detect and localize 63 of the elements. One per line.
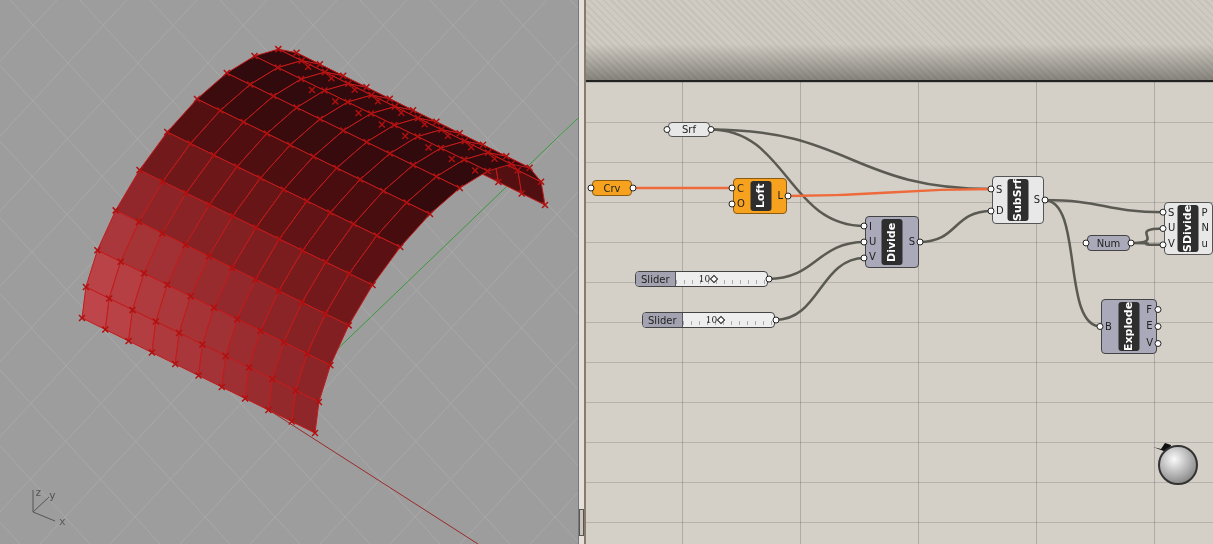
parameter-node[interactable]: Srf xyxy=(668,122,710,137)
number-slider[interactable]: Slider 10 xyxy=(642,312,775,328)
port-grip[interactable] xyxy=(629,184,637,192)
port-grip[interactable] xyxy=(1041,196,1049,204)
port-grip[interactable] xyxy=(987,207,995,215)
port-grip[interactable] xyxy=(987,185,995,193)
output-label: L xyxy=(777,191,783,201)
port-grip[interactable] xyxy=(772,316,780,324)
input-label: D xyxy=(996,205,1004,216)
component-name: Divide xyxy=(882,219,903,265)
component-name: Loft xyxy=(750,181,772,211)
port-grip[interactable] xyxy=(1096,323,1104,330)
port-grip[interactable] xyxy=(1159,225,1167,232)
port-grip[interactable] xyxy=(916,238,924,246)
port-grip[interactable] xyxy=(1159,208,1167,216)
port-grip[interactable] xyxy=(1154,306,1162,313)
port-grip[interactable] xyxy=(1154,340,1162,347)
slider-value: 10 xyxy=(698,273,711,285)
port-grip[interactable] xyxy=(1127,239,1135,247)
input-label: C xyxy=(737,183,745,194)
port-grip[interactable] xyxy=(784,192,792,200)
output-label: u xyxy=(1201,239,1209,250)
component-name: Explode xyxy=(1118,302,1140,351)
parameter-node[interactable]: Num xyxy=(1087,235,1130,251)
output-label: S xyxy=(908,237,915,247)
slider-track[interactable]: 10 xyxy=(675,272,767,286)
port-grip[interactable] xyxy=(765,275,773,283)
input-label: S xyxy=(1168,207,1176,218)
slider-value: 10 xyxy=(705,314,718,326)
port-grip[interactable] xyxy=(663,126,671,133)
port-grip[interactable] xyxy=(587,184,595,192)
component-name: SubSrf xyxy=(1008,179,1029,221)
input-label: U xyxy=(1168,223,1176,234)
axis-icon xyxy=(32,489,56,522)
output-label: F xyxy=(1146,305,1153,316)
input-label: I xyxy=(869,221,873,232)
output-label: V xyxy=(1146,337,1153,348)
port-grip[interactable] xyxy=(1082,239,1090,247)
port-grip[interactable] xyxy=(1159,241,1167,249)
component-node[interactable]: B Explode F E V xyxy=(1101,299,1157,354)
port-grip[interactable] xyxy=(1154,323,1162,330)
axis-label: y xyxy=(49,489,56,502)
scrollbar-thumb[interactable] xyxy=(579,509,584,536)
input-label: B xyxy=(1105,321,1112,332)
input-label: V xyxy=(1168,239,1176,250)
input-label: S xyxy=(996,184,1004,195)
slider-label: Slider xyxy=(643,313,683,327)
component-name: SDivide xyxy=(1178,205,1199,252)
input-label: O xyxy=(737,198,745,209)
port-grip[interactable] xyxy=(707,126,715,133)
axis-label: z xyxy=(35,486,42,499)
output-label: S xyxy=(1033,195,1040,205)
output-label: P xyxy=(1201,207,1209,218)
input-label: U xyxy=(869,237,877,247)
slider-track[interactable]: 10 xyxy=(682,313,774,327)
output-label: E xyxy=(1146,321,1153,332)
number-slider[interactable]: Slider 10 xyxy=(635,271,768,287)
output-label: N xyxy=(1201,223,1209,234)
axis-label: x xyxy=(59,515,66,528)
parameter-node[interactable]: Crv xyxy=(592,180,632,196)
slider-label: Slider xyxy=(636,272,676,286)
navigation-widget-icon[interactable] xyxy=(1153,443,1198,485)
input-label: V xyxy=(869,252,877,263)
